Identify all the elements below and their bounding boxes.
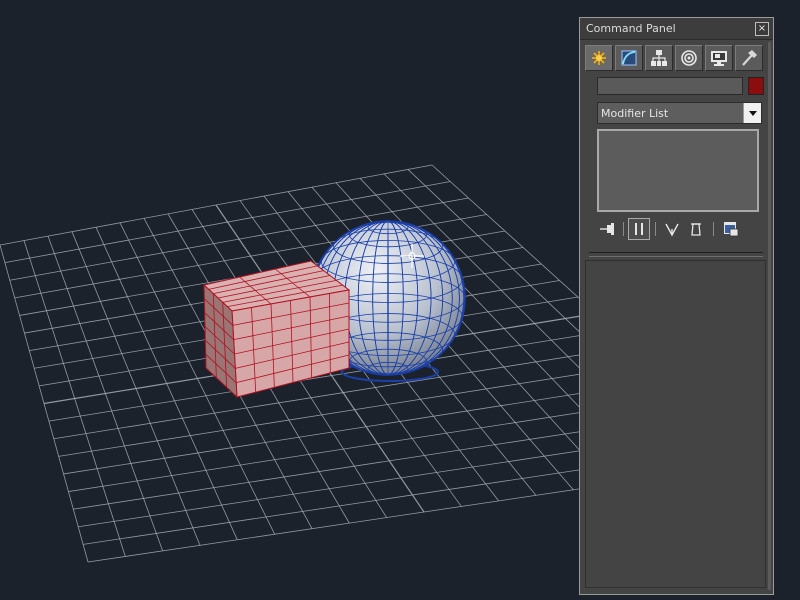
toolbar-separator (623, 222, 624, 236)
modifier-stack-toolbar (595, 218, 765, 240)
toolbar-separator (655, 222, 656, 236)
command-panel-title: Command Panel (586, 22, 676, 35)
toolbar-separator (713, 222, 714, 236)
object-color-swatch[interactable] (748, 77, 764, 95)
tab-create[interactable] (585, 45, 613, 71)
pin-stack-icon (600, 223, 614, 235)
tab-modify[interactable] (615, 45, 643, 71)
show-end-result-icon (635, 223, 643, 235)
rollout-divider (589, 252, 763, 257)
make-unique-icon (665, 223, 679, 237)
utilities-hammer-icon (742, 50, 757, 66)
configure-modifier-sets-icon (724, 222, 739, 237)
tab-utilities[interactable] (735, 45, 763, 71)
modifier-list-value: Modifier List (601, 107, 669, 120)
tab-hierarchy[interactable] (645, 45, 673, 71)
chevron-down-icon[interactable] (743, 103, 761, 123)
remove-modifier-button[interactable] (685, 218, 707, 240)
modifier-list-dropdown[interactable]: Modifier List (597, 102, 762, 124)
object-name-field[interactable] (597, 77, 743, 95)
modifier-stack-list[interactable] (597, 129, 759, 212)
modify-arc-icon (621, 50, 637, 66)
make-unique-button[interactable] (661, 218, 683, 240)
configure-modifier-sets-button[interactable] (720, 218, 742, 240)
command-panel: Command Panel × Modifier List (579, 17, 774, 595)
command-panel-tabs (585, 45, 767, 71)
rollout-area[interactable] (585, 260, 766, 588)
create-star-icon (592, 51, 606, 65)
pin-stack-button[interactable] (597, 218, 619, 240)
close-icon[interactable]: × (755, 22, 769, 36)
panel-scrollbar[interactable] (768, 42, 771, 590)
display-monitor-icon (711, 51, 727, 66)
remove-modifier-icon (691, 223, 701, 236)
hierarchy-tree-icon (651, 50, 667, 66)
tab-motion[interactable] (675, 45, 703, 71)
motion-rings-icon (681, 50, 697, 66)
command-panel-titlebar[interactable]: Command Panel × (580, 18, 773, 40)
tab-display[interactable] (705, 45, 733, 71)
show-end-result-button[interactable] (628, 218, 650, 240)
